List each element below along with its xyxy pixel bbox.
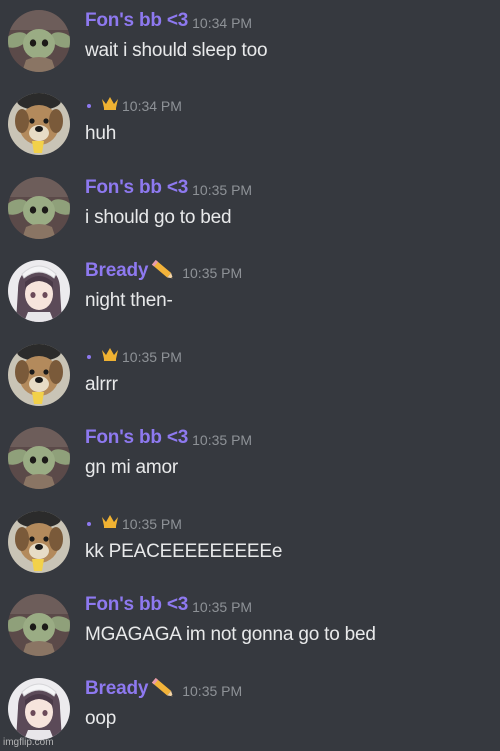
message-header: Bready 10:35 PM <box>85 258 242 284</box>
chat-message[interactable]: Bready 10:35 PM night then- <box>0 250 500 333</box>
message-header: · 10:35 PM <box>85 342 182 368</box>
timestamp: 10:34 PM <box>122 98 182 114</box>
timestamp: 10:35 PM <box>192 432 253 448</box>
chat-message[interactable]: · 10:35 PMalrrr <box>0 334 500 417</box>
username[interactable]: Fon's bb <3 <box>85 427 188 449</box>
chat-message[interactable]: · 10:35 PM kk PEACEEEEEEEEEe <box>0 501 500 584</box>
timestamp: 10:35 PM <box>182 683 243 699</box>
message-text: oop <box>85 708 117 729</box>
chat-message[interactable]: · 10:34 PM huh <box>0 83 500 166</box>
baby-yoda-avatar[interactable] <box>8 177 70 239</box>
chat-message[interactable]: Fon's bb <3 10:35 PM MGAGAGA im not gonna … <box>0 584 500 667</box>
watermark: imgflip.com <box>3 737 54 748</box>
chat-message[interactable]: Bready 10:35 PM oop <box>0 668 500 751</box>
timestamp: 10:35 PM <box>122 516 182 532</box>
username[interactable]: · <box>87 104 91 108</box>
chat-message[interactable]: Fon's bb <3 10:35 PM i should go to bed <box>0 167 500 250</box>
baby-yoda-avatar[interactable] <box>8 594 70 656</box>
username[interactable]: Fon's bb <3 <box>85 10 188 32</box>
crown-icon <box>101 347 119 366</box>
baby-yoda-avatar[interactable] <box>8 10 70 72</box>
timestamp: 10:35 PM <box>122 349 182 365</box>
message-text: kk PEACEEEEEEEEEe <box>85 541 283 562</box>
pencil-icon <box>150 677 176 704</box>
message-text: night then- <box>85 290 173 311</box>
message-header: Fon's bb <3 10:34 PM <box>85 8 252 34</box>
message-header: · 10:34 PM <box>85 91 182 117</box>
message-header: Fon's bb <3 10:35 PM <box>85 175 252 201</box>
pencil-icon <box>150 259 176 286</box>
message-text: gn mi amor <box>85 457 179 478</box>
message-text: alrrr <box>85 374 118 395</box>
username[interactable]: Fon's bb <3 <box>85 594 188 616</box>
message-header: Fon's bb <3 10:35 PM <box>85 425 252 451</box>
timestamp: 10:35 PM <box>192 599 253 615</box>
timestamp: 10:35 PM <box>182 265 243 281</box>
baby-yoda-avatar[interactable] <box>8 427 70 489</box>
anime-girl-avatar[interactable] <box>8 678 70 740</box>
message-header: Bready 10:35 PM <box>85 676 242 702</box>
dog-avatar[interactable] <box>8 93 70 155</box>
username[interactable]: Bready <box>85 260 148 282</box>
username[interactable]: · <box>87 522 91 526</box>
message-text: i should go to bed <box>85 207 232 228</box>
timestamp: 10:34 PM <box>192 15 253 31</box>
chat-message[interactable]: Fon's bb <3 10:34 PM wait i should sleep t… <box>0 0 500 83</box>
anime-girl-avatar[interactable] <box>8 260 70 322</box>
message-header: Fon's bb <3 10:35 PM <box>85 592 252 618</box>
timestamp: 10:35 PM <box>192 182 253 198</box>
dog-avatar[interactable] <box>8 511 70 573</box>
message-text: MGAGAGA im not gonna go to bed <box>85 624 376 645</box>
username[interactable]: Bready <box>85 678 148 700</box>
username[interactable]: · <box>87 355 91 359</box>
username[interactable]: Fon's bb <3 <box>85 177 188 199</box>
crown-icon <box>101 514 119 533</box>
message-text: huh <box>85 123 117 144</box>
crown-icon <box>101 96 119 115</box>
chat-message[interactable]: Fon's bb <3 10:35 PM gn mi amor <box>0 417 500 500</box>
message-text: wait i should sleep too <box>85 40 268 61</box>
message-header: · 10:35 PM <box>85 509 182 535</box>
dog-avatar[interactable] <box>8 344 70 406</box>
